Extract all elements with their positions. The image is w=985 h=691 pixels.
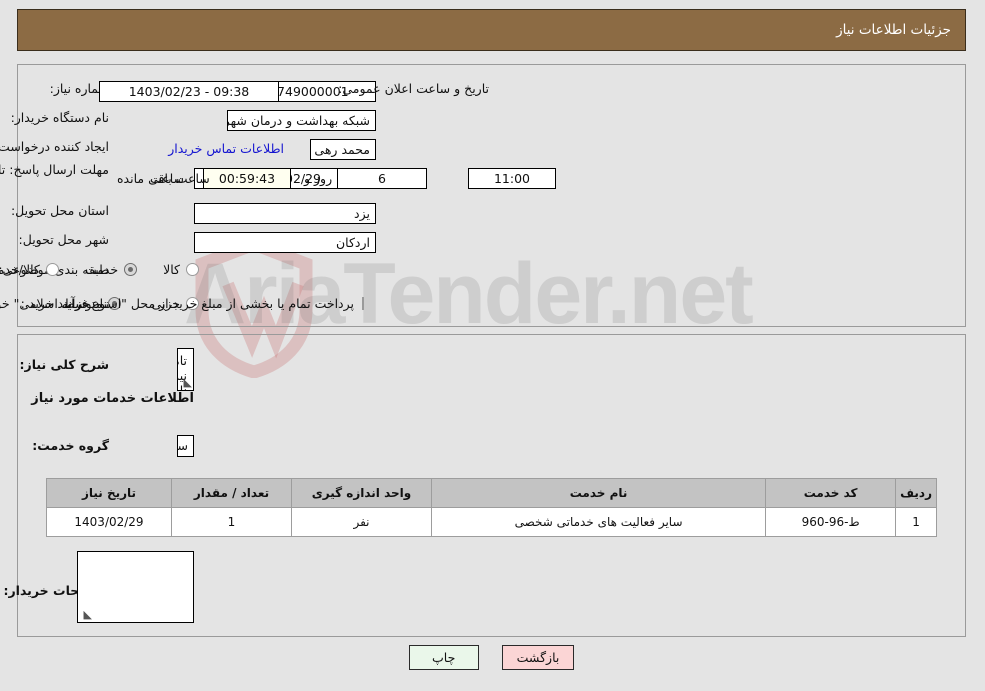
- province-value: یزد: [195, 203, 377, 224]
- col-unit: واحد اندازه گیری: [292, 478, 433, 508]
- buyer-org-label: نام دستگاه خریدار:: [11, 110, 110, 125]
- category-option-khedmat-label: خدمت: [85, 262, 120, 277]
- cell-unit: نفر: [292, 507, 433, 537]
- category-option-khedmat[interactable]: خدمت: [85, 262, 139, 277]
- treasury-checkbox[interactable]: [363, 297, 365, 310]
- creator-value: محمد رهی کاربرداز شبکه بهداشت و درمان شه…: [311, 139, 377, 160]
- cell-date: 1403/02/29: [47, 507, 173, 537]
- creator-label-row: ایجاد کننده درخواست:: [0, 139, 110, 154]
- buyer-comments-textarea[interactable]: ◣: [78, 551, 195, 623]
- cell-code: ط-96-960: [766, 507, 898, 537]
- deadline-label: مهلت ارسال پاسخ: تا تاریخ:: [0, 162, 110, 177]
- col-code: کد خدمت: [766, 478, 898, 508]
- print-button[interactable]: چاپ: [409, 645, 480, 670]
- remaining-days-value: 6: [338, 168, 428, 189]
- cell-index: 1: [896, 507, 938, 537]
- need-info-panel: [18, 64, 967, 327]
- services-section-heading: اطلاعات خدمات مورد نیاز: [32, 391, 195, 406]
- treasury-note-row: پرداخت تمام یا بخشی از مبلغ خرید،از محل …: [0, 296, 365, 311]
- category-radio-group: کالا خدمت کالا/خدمت: [0, 262, 200, 277]
- description-label: شرح کلی نیاز:: [20, 357, 110, 372]
- description-label-row: شرح کلی نیاز:: [21, 357, 110, 372]
- resize-grip-icon-2[interactable]: ◣: [81, 609, 93, 621]
- service-group-value: سایر فعالیت‌های خدماتی: [178, 435, 195, 457]
- remaining-time-value: 00:59:43: [204, 168, 292, 189]
- city-label: شهر محل تحویل:: [19, 232, 110, 247]
- remaining-suffix-wrap: ساعت باقی مانده: [118, 168, 211, 189]
- treasury-note-text: پرداخت تمام یا بخشی از مبلغ خرید،از محل …: [0, 296, 355, 311]
- remaining-days-unit-wrap: روز و: [305, 168, 333, 189]
- col-date: تاریخ نیاز: [47, 478, 173, 508]
- radio-kala-khedmat-icon[interactable]: [46, 263, 60, 276]
- table-header-row: ردیف کد خدمت نام خدمت واحد اندازه گیری ت…: [47, 478, 938, 508]
- service-group-label-row: گروه خدمت:: [33, 438, 110, 453]
- buyer-contact-link[interactable]: اطلاعات تماس خریدار: [155, 141, 285, 156]
- city-label-row: شهر محل تحویل:: [20, 232, 110, 247]
- remaining-days-unit: روز و: [305, 171, 334, 186]
- col-quantity: تعداد / مقدار: [172, 478, 293, 508]
- creator-label: ایجاد کننده درخواست:: [0, 139, 110, 154]
- category-option-kala-khedmat-label: کالا/خدمت: [0, 262, 41, 277]
- cell-quantity: 1: [172, 507, 293, 537]
- announce-label-row: تاریخ و ساعت اعلان عمومی:: [339, 81, 490, 96]
- service-group-label: گروه خدمت:: [33, 438, 110, 453]
- province-label-row: استان محل تحویل:: [12, 203, 110, 218]
- back-button[interactable]: بازگشت: [502, 645, 576, 670]
- buyer-org-value: شبکه بهداشت و درمان شهرستان اردکان: [228, 110, 377, 131]
- radio-kala-icon[interactable]: [187, 263, 200, 276]
- col-index: ردیف: [896, 478, 938, 508]
- category-option-kala[interactable]: کالا: [164, 262, 200, 277]
- action-buttons: بازگشت چاپ: [0, 645, 985, 670]
- table-row: 1 ط-96-960 سایر فعالیت های خدماتی شخصی ن…: [47, 507, 938, 537]
- services-table: ردیف کد خدمت نام خدمت واحد اندازه گیری ت…: [47, 478, 938, 537]
- cell-name: سایر فعالیت های خدماتی شخصی: [431, 507, 768, 537]
- page-title-text: جزئیات اطلاعات نیاز: [837, 22, 952, 38]
- buyer-org-label-row: نام دستگاه خریدار:: [12, 110, 110, 125]
- page-title: جزئیات اطلاعات نیاز: [18, 9, 967, 51]
- province-label: استان محل تحویل:: [11, 203, 110, 218]
- category-option-kala-khedmat[interactable]: کالا/خدمت: [0, 262, 60, 277]
- col-name: نام خدمت: [431, 478, 768, 508]
- radio-khedmat-icon[interactable]: [125, 263, 139, 276]
- city-value: اردکان: [195, 232, 377, 253]
- announce-datetime-label: تاریخ و ساعت اعلان عمومی:: [339, 81, 490, 96]
- category-option-kala-label: کالا: [164, 262, 181, 277]
- deadline-hour-value: 11:00: [469, 168, 557, 189]
- deadline-label-row: مهلت ارسال پاسخ: تا تاریخ:: [0, 162, 110, 178]
- remaining-time-suffix: ساعت باقی مانده: [118, 171, 211, 186]
- announce-datetime-value: 1403/02/23 - 09:38: [100, 81, 280, 102]
- description-textarea[interactable]: تامین نیروی ناظر امور ساختمانی ◣: [178, 348, 195, 391]
- resize-grip-icon[interactable]: ◣: [181, 377, 193, 389]
- page-root: AriaTender.net جزئیات اطلاعات نیاز شماره…: [0, 0, 985, 691]
